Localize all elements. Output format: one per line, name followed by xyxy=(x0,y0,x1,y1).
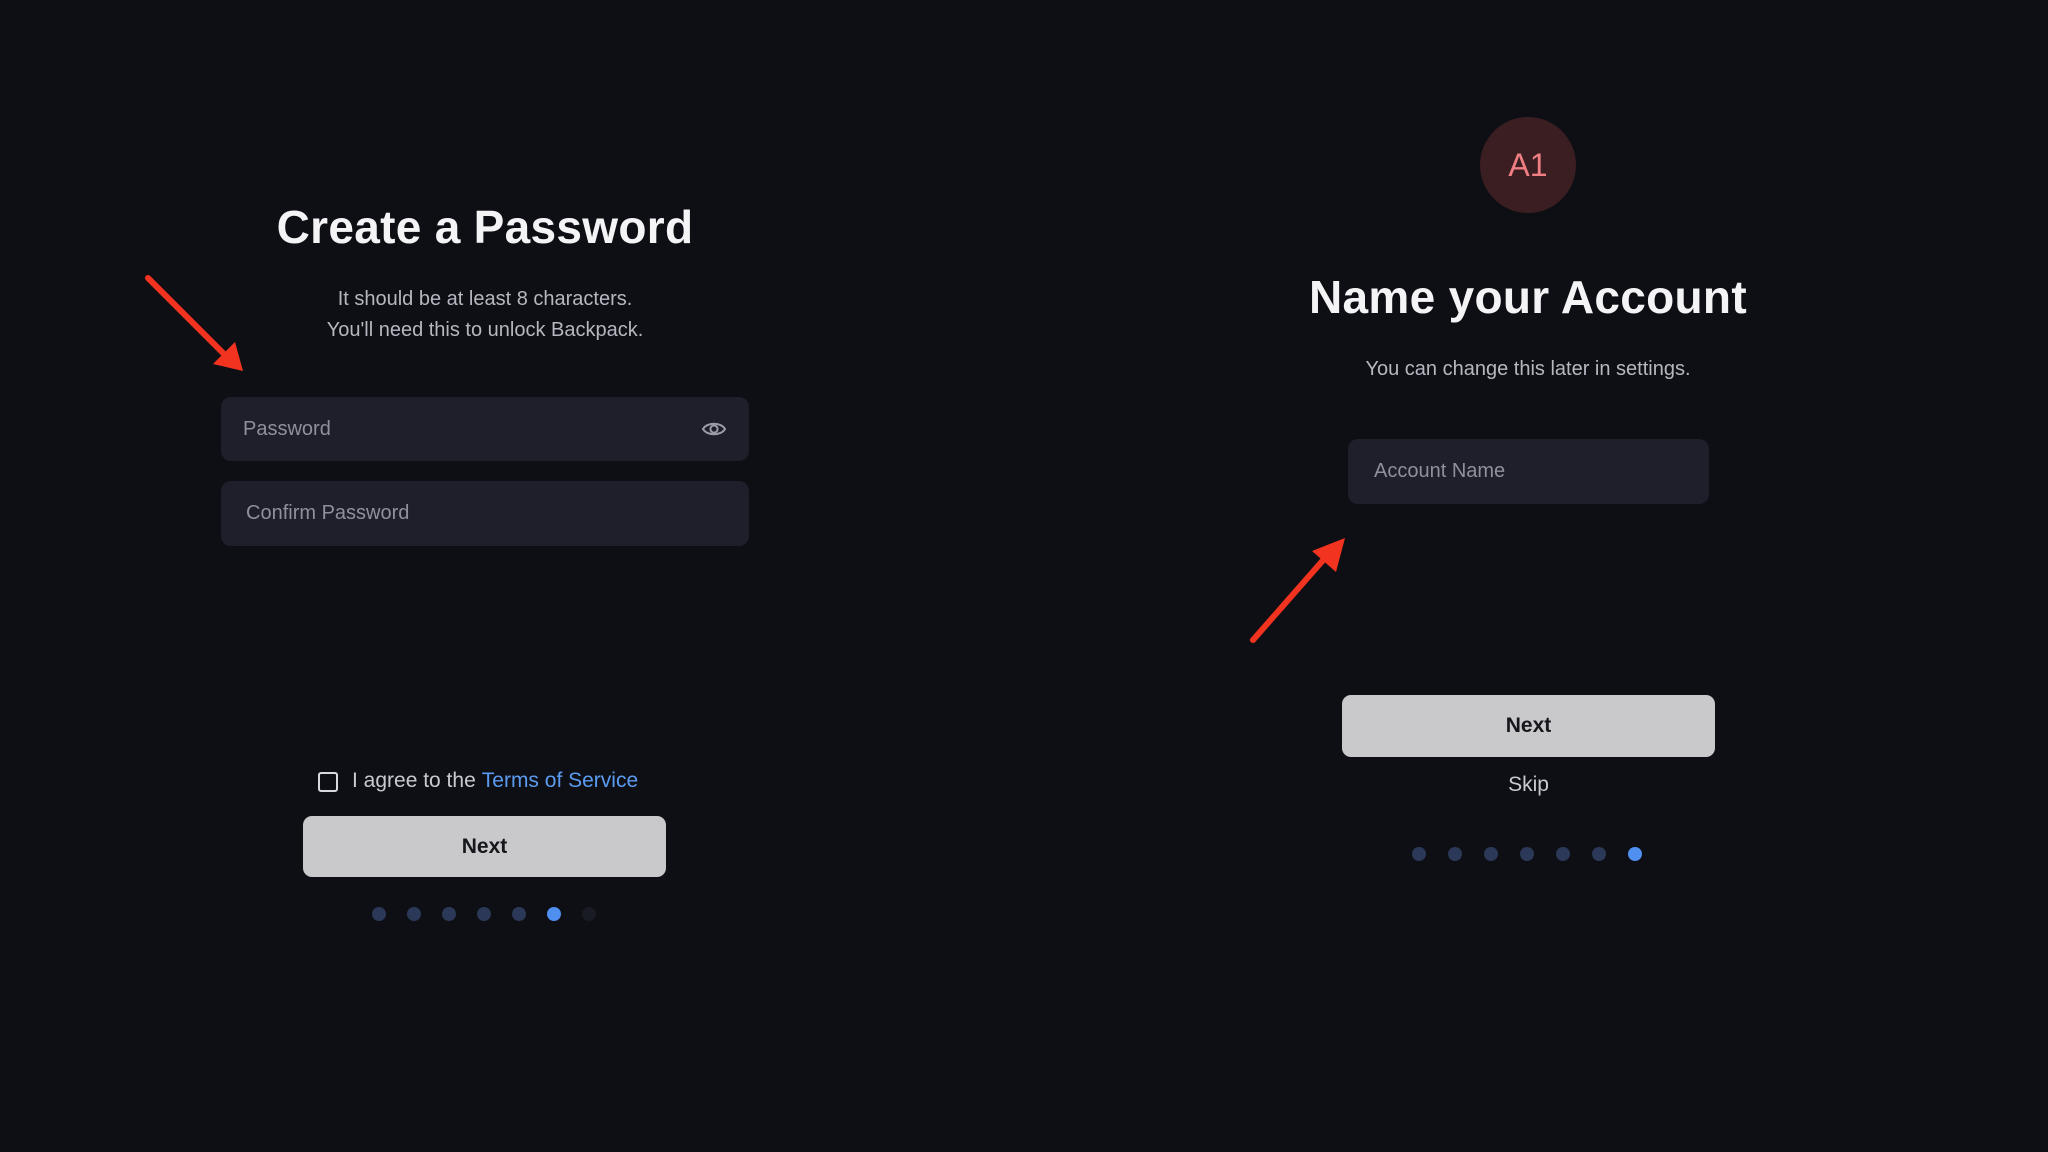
progress-dot xyxy=(1592,847,1606,861)
step-progress-dots xyxy=(372,907,617,921)
progress-dot xyxy=(407,907,421,921)
subtitle-line-2: You'll need this to unlock Backpack. xyxy=(326,319,644,341)
next-button[interactable]: Next xyxy=(1342,695,1715,757)
terms-agreement-row: I agree to the Terms of Service xyxy=(318,767,638,795)
progress-dot xyxy=(1556,847,1570,861)
confirm-password-input[interactable] xyxy=(221,481,749,546)
progress-dot xyxy=(1448,847,1462,861)
password-input[interactable] xyxy=(221,397,749,461)
onboarding-comparison: Create a Password It should be at least … xyxy=(0,0,2048,1152)
progress-dot xyxy=(1520,847,1534,861)
progress-dot xyxy=(512,907,526,921)
progress-dot-active xyxy=(547,907,561,921)
progress-dot xyxy=(442,907,456,921)
page-subtitle: You can change this later in settings. xyxy=(1365,358,1691,380)
account-avatar: A1 xyxy=(1480,117,1576,213)
progress-dot-upcoming xyxy=(582,907,596,921)
next-button[interactable]: Next xyxy=(303,816,666,877)
progress-dot xyxy=(1412,847,1426,861)
page-title: Name your Account xyxy=(1309,271,1747,323)
progress-dot-active xyxy=(1628,847,1642,861)
progress-dot xyxy=(1484,847,1498,861)
page-title: Create a Password xyxy=(276,201,694,253)
terms-checkbox[interactable] xyxy=(318,772,338,792)
skip-button[interactable]: Skip xyxy=(1342,773,1715,797)
subtitle-line-1: It should be at least 8 characters. xyxy=(337,288,633,310)
progress-dot xyxy=(477,907,491,921)
annotation-arrows xyxy=(145,275,1345,643)
agree-text: I agree to the xyxy=(352,769,476,792)
terms-of-service-link[interactable]: Terms of Service xyxy=(482,769,638,793)
arrow-to-account-name-icon xyxy=(1250,538,1345,643)
step-progress-dots xyxy=(1412,847,1664,861)
eye-icon[interactable] xyxy=(701,417,727,441)
progress-dot xyxy=(372,907,386,921)
account-name-input[interactable] xyxy=(1348,439,1709,504)
page-subtitle: It should be at least 8 characters. You'… xyxy=(0,284,970,346)
